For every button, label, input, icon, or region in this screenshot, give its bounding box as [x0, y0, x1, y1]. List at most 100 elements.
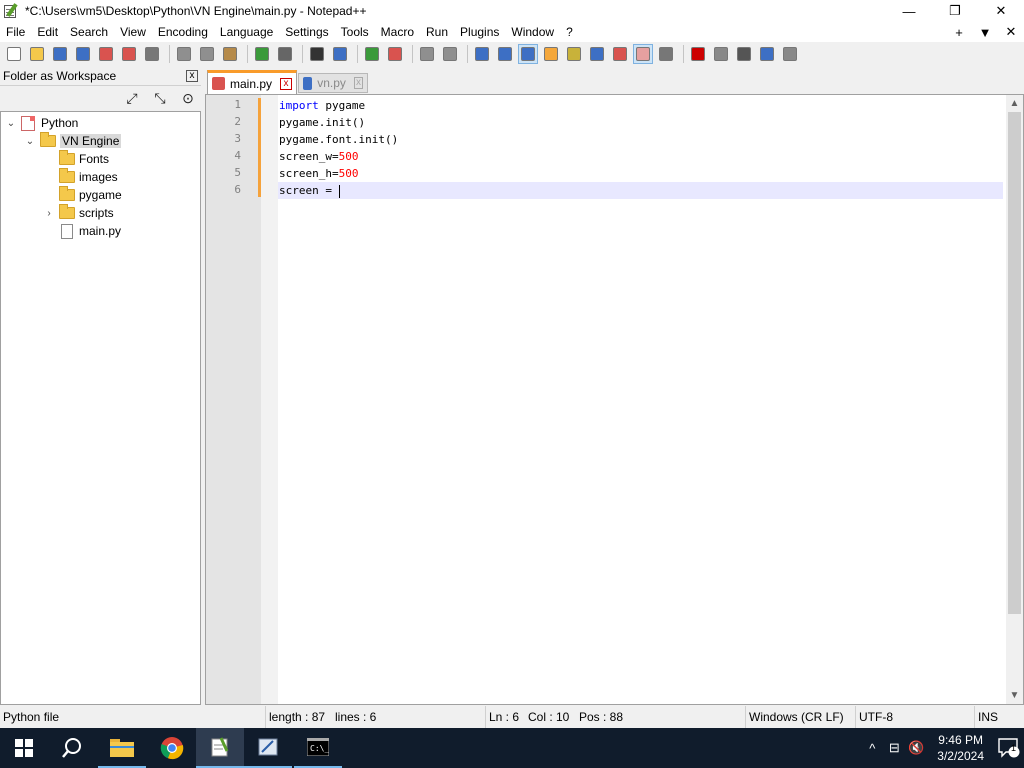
function-list-button[interactable]: [587, 44, 607, 64]
tree-item-python[interactable]: ⌄ Python: [5, 114, 78, 132]
code-line[interactable]: screen =: [278, 182, 1003, 199]
save-all-button[interactable]: [73, 44, 93, 64]
menu-file[interactable]: File: [0, 22, 31, 42]
menu-tools[interactable]: Tools: [335, 22, 375, 42]
code-line[interactable]: screen_h=500: [278, 165, 1003, 182]
menu-run[interactable]: Run: [420, 22, 454, 42]
project-panel-button[interactable]: [633, 44, 653, 64]
expander-icon[interactable]: ⌄: [5, 118, 17, 129]
scroll-thumb[interactable]: [1008, 112, 1021, 614]
zoom-out-button[interactable]: [385, 44, 405, 64]
record-macro-button[interactable]: [688, 44, 708, 64]
tab-main-py[interactable]: main.py x: [207, 70, 297, 94]
tab-close-button[interactable]: x: [353, 77, 363, 89]
tree-item-pygame[interactable]: pygame: [43, 186, 122, 204]
menu-language[interactable]: Language: [214, 22, 279, 42]
code-line[interactable]: pygame.font.init(): [278, 131, 1003, 148]
tree-item-vn-engine[interactable]: ⌄ VN Engine: [24, 132, 122, 150]
line-number: 6: [234, 183, 241, 196]
show-all-chars-button[interactable]: [495, 44, 515, 64]
replace-button[interactable]: [330, 44, 350, 64]
menu-search[interactable]: Search: [64, 22, 114, 42]
panel-close-button[interactable]: x: [186, 70, 198, 82]
close-button[interactable]: [96, 44, 116, 64]
menu-settings[interactable]: Settings: [279, 22, 334, 42]
minimize-button[interactable]: —: [886, 0, 932, 22]
volume-muted-icon[interactable]: 🔇: [905, 740, 927, 756]
show-hidden-icons-button[interactable]: ^: [861, 741, 883, 756]
expander-icon[interactable]: ⌄: [24, 136, 36, 147]
folder-workspace-button[interactable]: [610, 44, 630, 64]
redo-button[interactable]: [275, 44, 295, 64]
collapse-all-icon[interactable]: ⤡: [151, 90, 169, 106]
clock[interactable]: 9:46 PM 3/2/2024: [937, 732, 984, 764]
print-button[interactable]: [142, 44, 162, 64]
close-all-button[interactable]: [119, 44, 139, 64]
zoom-in-button[interactable]: [362, 44, 382, 64]
stop-record-button[interactable]: [711, 44, 731, 64]
status-col: Col : 10: [528, 710, 570, 724]
locate-current-file-icon[interactable]: ⊙: [179, 90, 197, 106]
line-number-gutter: 1 2 3 4 5 6: [206, 95, 261, 704]
expand-all-icon[interactable]: ⤢: [123, 90, 141, 106]
expander-icon[interactable]: ›: [43, 208, 55, 219]
notification-count: 1: [1011, 743, 1017, 753]
udl-button[interactable]: [541, 44, 561, 64]
menu-plugins[interactable]: Plugins: [454, 22, 505, 42]
tab-list-menu-button[interactable]: ▼: [976, 25, 994, 40]
word-wrap-button[interactable]: [472, 44, 492, 64]
file-explorer-taskbar-button[interactable]: [98, 728, 146, 768]
menu-edit[interactable]: Edit: [31, 22, 64, 42]
tab-vn-py[interactable]: vn.py x: [298, 73, 368, 93]
menu-view[interactable]: View: [114, 22, 152, 42]
save-button[interactable]: [50, 44, 70, 64]
code-line[interactable]: import pygame: [278, 97, 1003, 114]
open-file-button[interactable]: [27, 44, 47, 64]
app-taskbar-button[interactable]: [244, 728, 292, 768]
menu-help[interactable]: ?: [560, 22, 579, 42]
run-macro-multiple-button[interactable]: [757, 44, 777, 64]
start-button[interactable]: [0, 728, 48, 768]
status-eol[interactable]: Windows (CR LF): [745, 706, 855, 728]
play-macro-button[interactable]: [734, 44, 754, 64]
search-button[interactable]: [48, 728, 96, 768]
save-macro-button[interactable]: [780, 44, 800, 64]
copy-button[interactable]: [197, 44, 217, 64]
action-center-button[interactable]: 1: [994, 728, 1024, 768]
menu-encoding[interactable]: Encoding: [152, 22, 214, 42]
new-tab-menu-button[interactable]: +: [950, 25, 968, 40]
close-window-button[interactable]: ✕: [978, 0, 1024, 22]
undo-button[interactable]: [252, 44, 272, 64]
tab-close-button[interactable]: x: [280, 77, 292, 90]
menu-window[interactable]: Window: [505, 22, 560, 42]
scroll-up-arrow[interactable]: ▲: [1006, 95, 1023, 112]
code-line[interactable]: screen_w=500: [278, 148, 1003, 165]
menu-macro[interactable]: Macro: [375, 22, 420, 42]
scroll-down-arrow[interactable]: ▼: [1006, 687, 1023, 704]
indent-guide-button[interactable]: [518, 44, 538, 64]
status-encoding[interactable]: UTF-8: [855, 706, 973, 728]
status-insert-mode[interactable]: INS: [974, 706, 1024, 728]
terminal-taskbar-button[interactable]: C:\_: [294, 728, 342, 768]
find-button[interactable]: [307, 44, 327, 64]
chrome-taskbar-button[interactable]: [148, 728, 196, 768]
close-document-menu-button[interactable]: ✕: [1002, 24, 1020, 40]
notepad-plus-plus-taskbar-button[interactable]: [196, 728, 244, 768]
doc-map-button[interactable]: [564, 44, 584, 64]
tree-item-scripts[interactable]: › scripts: [43, 204, 114, 222]
tree-item-images[interactable]: images: [43, 168, 118, 186]
new-file-button[interactable]: [4, 44, 24, 64]
cut-button[interactable]: [174, 44, 194, 64]
monitoring-button[interactable]: [656, 44, 676, 64]
maximize-button[interactable]: ❐: [932, 0, 978, 22]
code-line[interactable]: pygame.init(): [278, 114, 1003, 131]
tree-item-fonts[interactable]: Fonts: [43, 150, 109, 168]
code-text-area[interactable]: import pygame pygame.init() pygame.font.in…: [278, 95, 1003, 704]
vertical-scrollbar[interactable]: ▲ ▼: [1006, 95, 1023, 704]
code-editor[interactable]: 1 2 3 4 5 6 import pygame pygame.init() pygame.…: [205, 94, 1024, 705]
paste-button[interactable]: [220, 44, 240, 64]
network-icon[interactable]: ⊟: [883, 740, 905, 756]
sync-vertical-button[interactable]: [417, 44, 437, 64]
sync-horizontal-button[interactable]: [440, 44, 460, 64]
tree-item-main-py[interactable]: main.py: [43, 222, 121, 240]
